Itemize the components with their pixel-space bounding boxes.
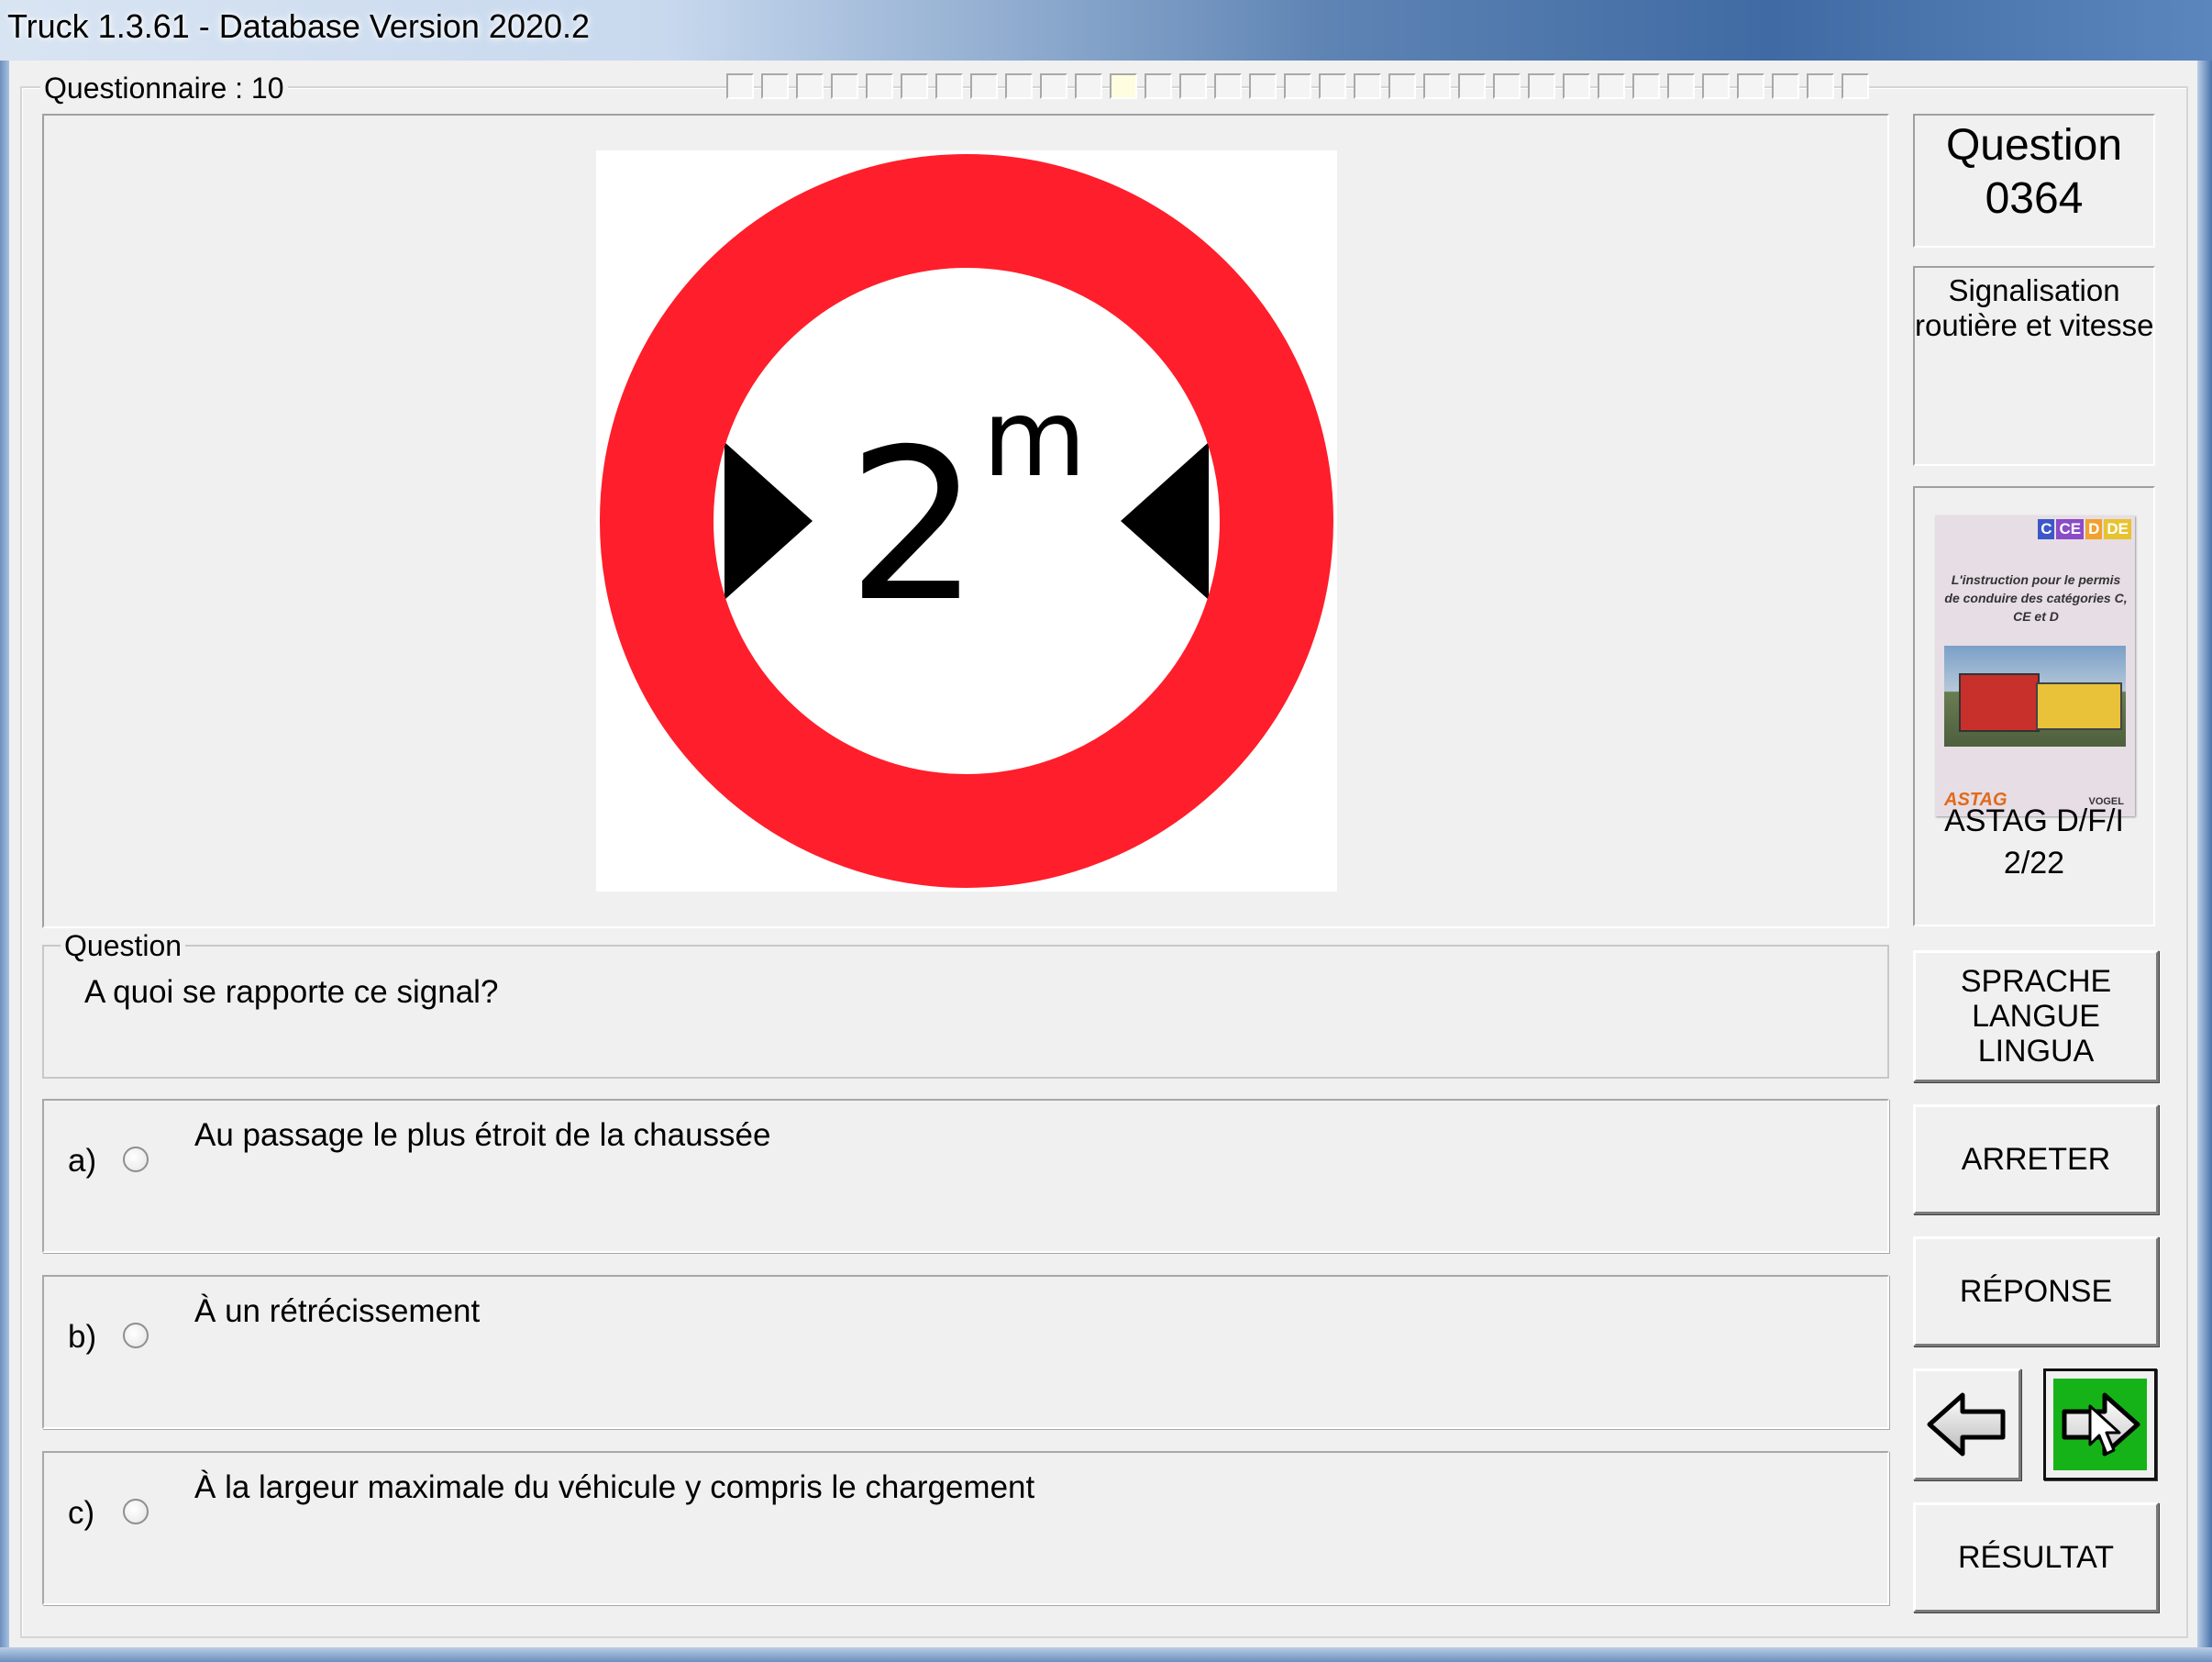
window-frame-left — [0, 61, 9, 1662]
previous-button[interactable] — [1913, 1368, 2021, 1480]
window-title: Truck 1.3.61 - Database Version 2020.2 — [7, 7, 591, 45]
answer-c-radio[interactable] — [123, 1499, 149, 1524]
progress-segment — [901, 73, 928, 99]
questionnaire-label: Questionnaire : 10 — [40, 72, 288, 105]
progress-segment — [935, 73, 963, 99]
progress-segment — [1423, 73, 1451, 99]
progress-segment — [970, 73, 998, 99]
answer-a-radio[interactable] — [123, 1147, 149, 1172]
bus-illustration — [2036, 682, 2122, 730]
category-panel: Signalisation routière et vitesse — [1913, 266, 2155, 466]
answer-a[interactable]: a) Au passage le plus étroit de la chaus… — [42, 1099, 1889, 1253]
answer-b-radio[interactable] — [123, 1323, 149, 1348]
stop-label: ARRETER — [1961, 1142, 2111, 1177]
title-bar[interactable]: Truck 1.3.61 - Database Version 2020.2 — [0, 0, 2212, 61]
language-label-de: SPRACHE — [1960, 964, 2112, 999]
answer-text: À la largeur maximale du véhicule y comp… — [194, 1469, 1035, 1505]
book-category-badge: CE — [2056, 519, 2085, 539]
question-group-label: Question — [61, 930, 186, 961]
response-label: RÉPONSE — [1959, 1274, 2113, 1309]
progress-segment — [1563, 73, 1590, 99]
answer-text: À un rétrécissement — [194, 1293, 481, 1329]
progress-segment — [1528, 73, 1555, 99]
book-cover-photo — [1944, 646, 2126, 747]
sign-unit: m — [983, 377, 1087, 501]
progress-segment — [1110, 73, 1137, 99]
question-number-panel: Question 0364 — [1913, 114, 2155, 248]
arrow-left-icon — [1927, 1392, 2006, 1457]
progress-segment — [1284, 73, 1311, 99]
book-category-badge: DE — [2104, 519, 2131, 539]
book-category-badge: D — [2085, 519, 2103, 539]
progress-segment — [1005, 73, 1033, 99]
progress-segment — [1737, 73, 1764, 99]
book-category-badges: C CE D DE — [2038, 519, 2131, 539]
progress-segment — [1040, 73, 1067, 99]
result-button[interactable]: RÉSULTAT — [1913, 1502, 2159, 1612]
language-label-fr: LANGUE — [1972, 999, 2100, 1034]
result-label: RÉSULTAT — [1957, 1540, 2115, 1575]
book-cover-image: C CE D DE L'instruction pour le permis d… — [1935, 515, 2135, 816]
progress-segment — [796, 73, 824, 99]
max-width-sign-icon: 2 m — [600, 154, 1333, 888]
truck-illustration — [1959, 673, 2040, 732]
book-cover-text: L'instruction pour le permis de conduire… — [1944, 572, 2128, 624]
next-button[interactable] — [2043, 1368, 2157, 1480]
progress-segment — [1249, 73, 1277, 99]
window-frame-bottom — [0, 1647, 2212, 1662]
category-line-1: Signalisation — [1948, 273, 2120, 307]
progress-segment — [726, 73, 754, 99]
progress-segment — [1145, 73, 1172, 99]
question-text: A quoi se rapporte ce signal? — [84, 974, 499, 1010]
progress-segment — [831, 73, 858, 99]
progress-segment — [1493, 73, 1521, 99]
language-button[interactable]: SPRACHE LANGUE LINGUA — [1913, 950, 2159, 1082]
progress-segment — [1807, 73, 1834, 99]
sign-number: 2 — [846, 404, 979, 648]
answer-letter: b) — [68, 1319, 97, 1355]
road-sign-image: 2 m — [596, 150, 1337, 892]
answer-text: Au passage le plus étroit de la chaussée — [194, 1117, 771, 1153]
progress-segment — [1179, 73, 1207, 99]
reference-book-panel: C CE D DE L'instruction pour le permis d… — [1913, 486, 2155, 926]
question-number-label: Question — [1945, 121, 2123, 170]
progress-segment — [761, 73, 789, 99]
progress-segment — [1354, 73, 1381, 99]
book-page: 2/22 — [2003, 846, 2065, 881]
category-line-2: routière et vitesse — [1915, 308, 2154, 342]
book-category-badge: C — [2038, 519, 2055, 539]
question-number: 0364 — [1985, 174, 2084, 223]
progress-indicator — [726, 73, 1869, 99]
progress-segment — [1214, 73, 1242, 99]
progress-segment — [1075, 73, 1102, 99]
stop-button[interactable]: ARRETER — [1913, 1104, 2159, 1214]
progress-segment — [1319, 73, 1346, 99]
progress-segment — [1667, 73, 1695, 99]
answer-letter: c) — [68, 1495, 95, 1531]
progress-segment — [1632, 73, 1660, 99]
progress-segment — [1772, 73, 1799, 99]
progress-segment — [1458, 73, 1486, 99]
answer-letter: a) — [68, 1143, 97, 1179]
answer-b[interactable]: b) À un rétrécissement — [42, 1275, 1889, 1429]
window-frame-right — [2197, 61, 2212, 1662]
progress-segment — [1841, 73, 1869, 99]
question-group — [42, 945, 1889, 1079]
progress-segment — [1598, 73, 1625, 99]
mouse-cursor-icon — [2088, 1404, 2121, 1456]
response-button[interactable]: RÉPONSE — [1913, 1236, 2159, 1346]
answer-c[interactable]: c) À la largeur maximale du véhicule y c… — [42, 1451, 1889, 1605]
progress-segment — [1702, 73, 1730, 99]
progress-segment — [866, 73, 893, 99]
language-label-it: LINGUA — [1977, 1034, 2095, 1069]
progress-segment — [1388, 73, 1416, 99]
book-caption: ASTAG D/F/I — [1944, 803, 2124, 838]
